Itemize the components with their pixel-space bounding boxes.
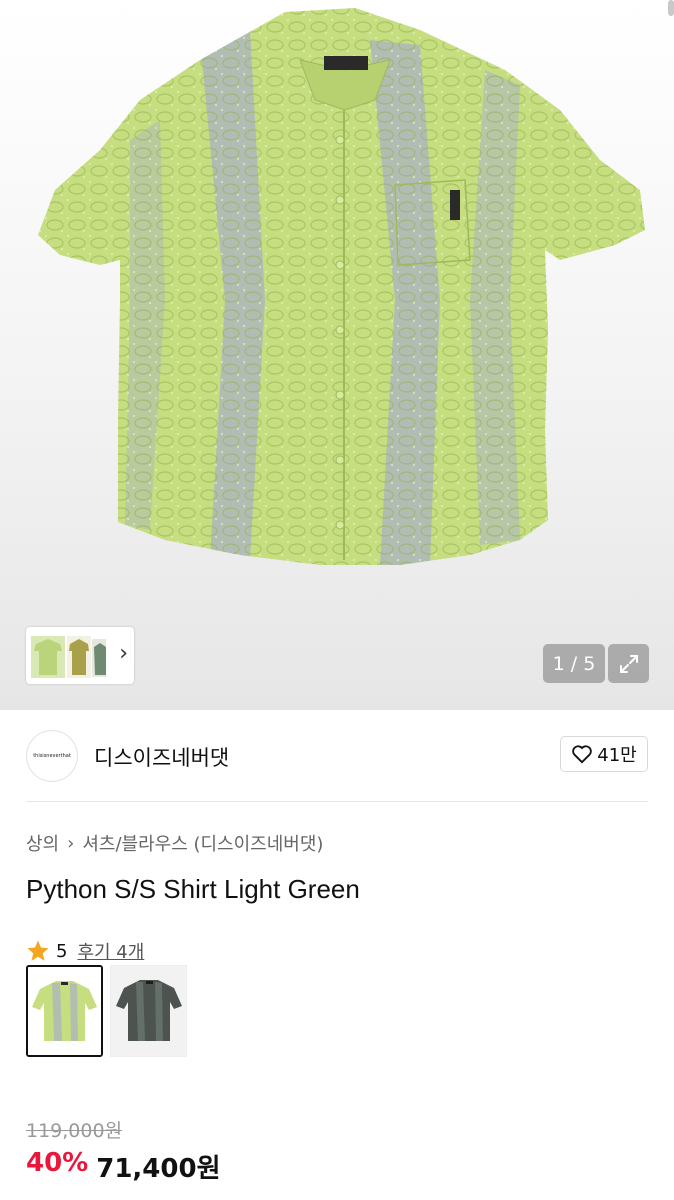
rating-score: 5 bbox=[56, 940, 68, 962]
breadcrumb-category[interactable]: 상의 bbox=[26, 830, 59, 856]
shirt-swatch-light-green bbox=[28, 967, 101, 1055]
brand-logo[interactable]: thisisneverthat bbox=[26, 730, 78, 782]
rating-row: 5 후기 4개 bbox=[26, 938, 144, 964]
fullscreen-button[interactable] bbox=[608, 644, 649, 683]
scroll-indicator bbox=[668, 0, 674, 16]
divider bbox=[26, 801, 648, 802]
shirt-swatch-charcoal bbox=[111, 966, 186, 1056]
original-price: 119,000원 bbox=[26, 1120, 123, 1142]
thumbnail-next-button[interactable]: › bbox=[119, 641, 128, 667]
like-button[interactable]: 41만 bbox=[560, 736, 648, 772]
product-image-gallery[interactable]: › 1 / 5 bbox=[0, 0, 674, 710]
discount-rate: 40% bbox=[26, 1148, 89, 1178]
review-count-link[interactable]: 후기 4개 bbox=[77, 938, 144, 964]
product-image bbox=[38, 8, 645, 565]
brand-row: thisisneverthat 디스이즈네버댓 41만 bbox=[26, 728, 648, 782]
breadcrumb-subcategory[interactable]: 셔츠/블라우스 (디스이즈네버댓) bbox=[82, 830, 323, 856]
color-option-charcoal[interactable] bbox=[110, 965, 187, 1057]
image-counter: 1 / 5 bbox=[543, 644, 605, 683]
price-row: 40% 71,400원 bbox=[26, 1148, 221, 1185]
expand-icon bbox=[619, 654, 638, 673]
thumbnail-strip[interactable]: › bbox=[26, 627, 134, 684]
color-thumbnails bbox=[31, 635, 106, 678]
brand-name[interactable]: 디스이즈네버댓 bbox=[94, 742, 229, 772]
color-option-light-green[interactable] bbox=[26, 965, 103, 1057]
product-title: Python S/S Shirt Light Green bbox=[26, 874, 360, 904]
like-count: 41만 bbox=[597, 745, 637, 766]
star-icon bbox=[27, 940, 49, 961]
breadcrumb: 상의 › 셔츠/블라우스 (디스이즈네버댓) bbox=[26, 830, 323, 856]
final-price: 71,400원 bbox=[96, 1154, 221, 1184]
heart-icon bbox=[572, 745, 593, 764]
chevron-right-icon: › bbox=[67, 832, 75, 854]
